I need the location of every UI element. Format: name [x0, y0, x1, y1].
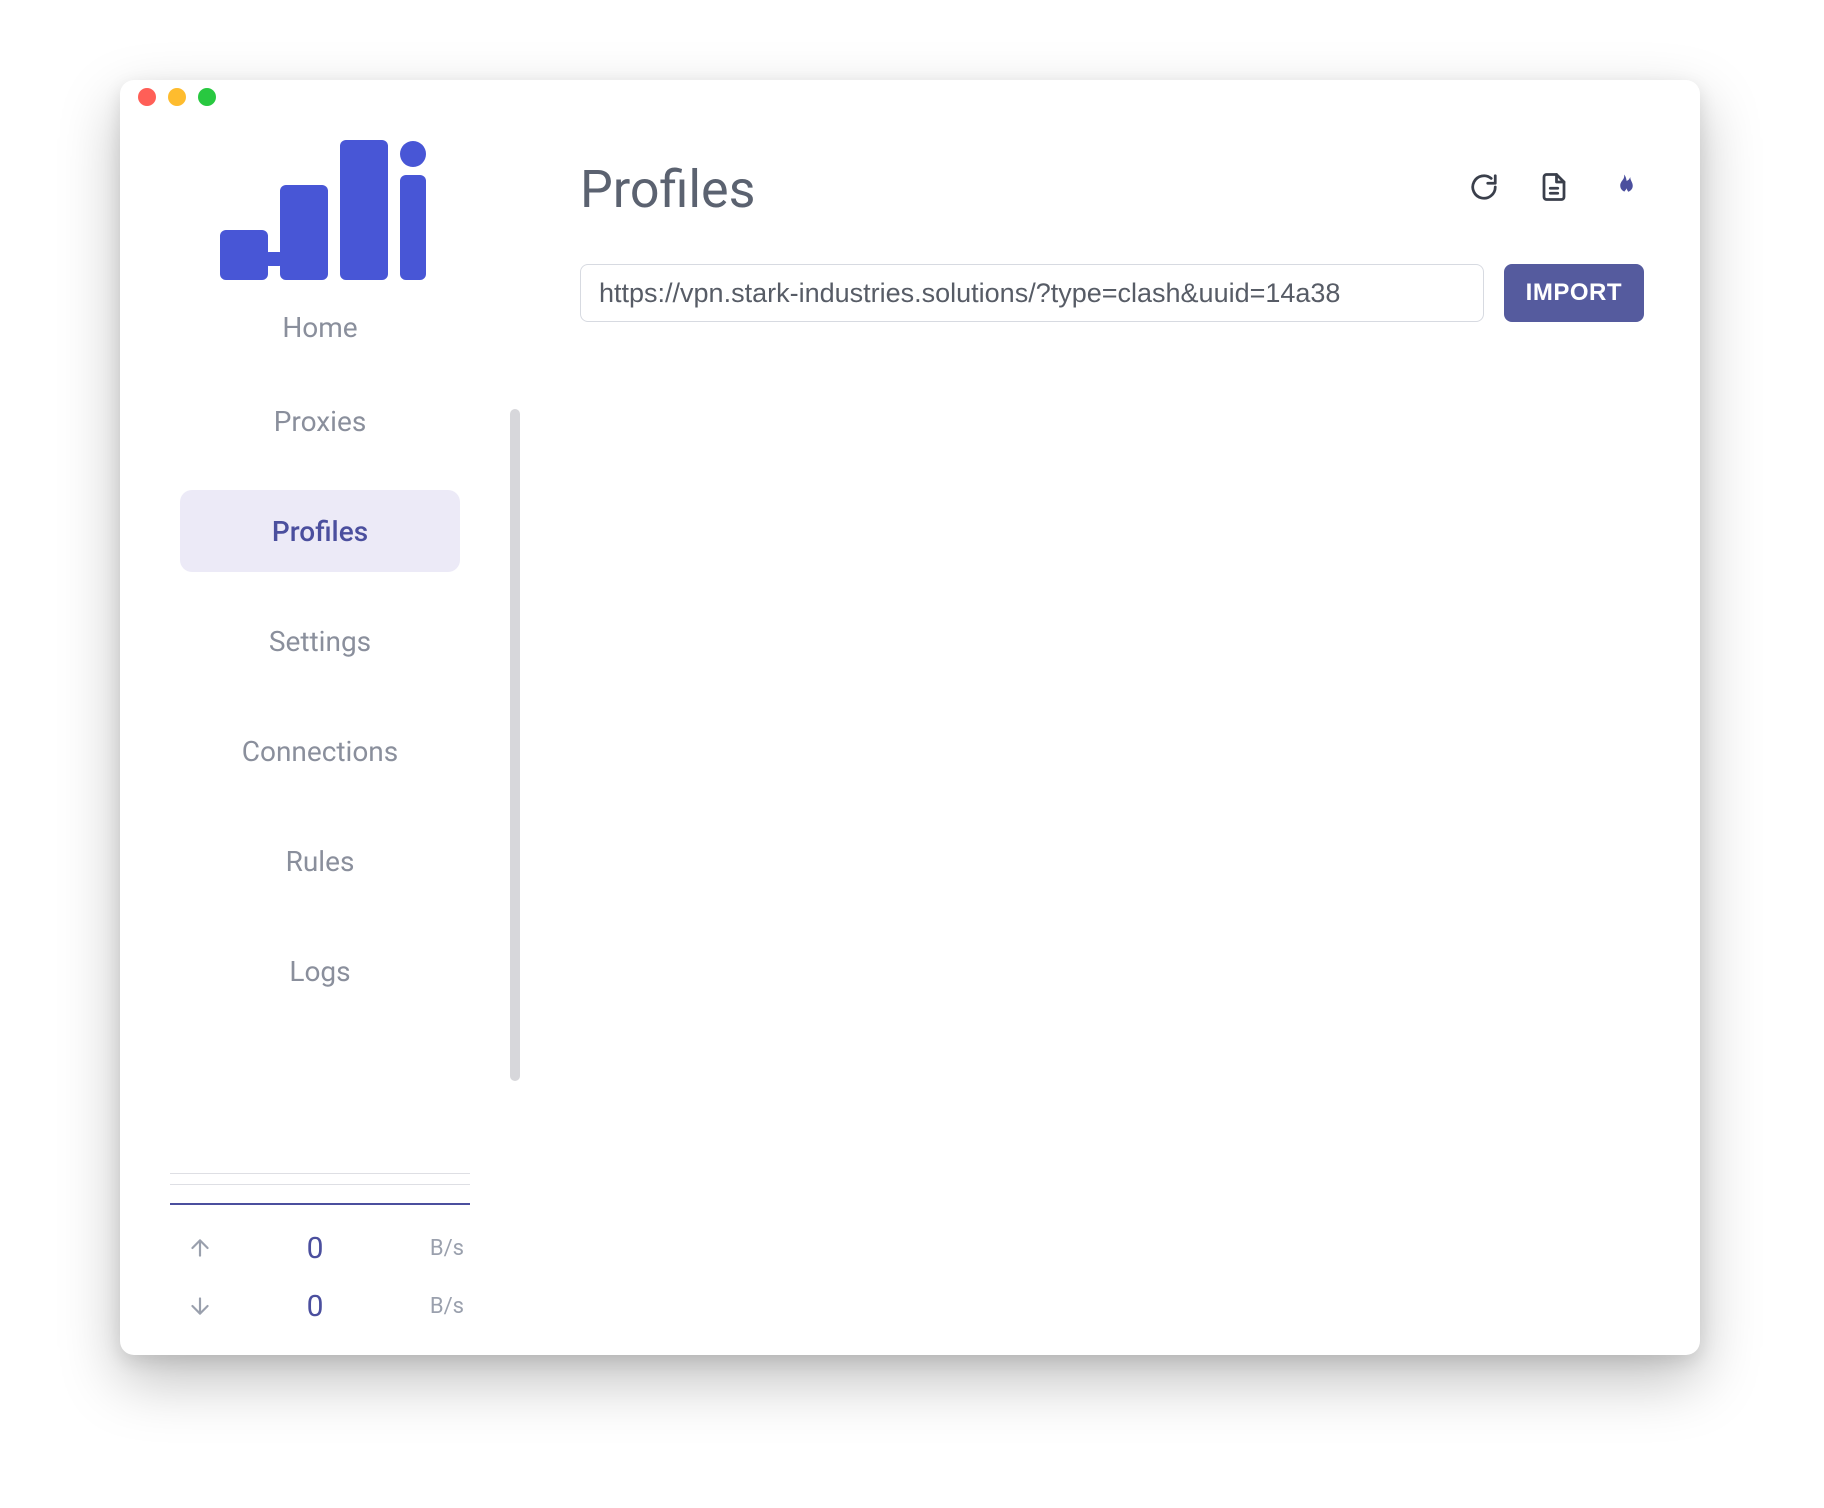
profile-url-row: IMPORT [580, 264, 1644, 322]
page-title: Profiles [580, 159, 1464, 220]
file-icon [1539, 171, 1569, 207]
header-actions [1464, 169, 1644, 209]
sidebar-item-label: Rules [286, 845, 355, 878]
window-close-button[interactable] [138, 88, 156, 106]
sidebar-scrollbar[interactable] [510, 409, 520, 1081]
window-minimize-button[interactable] [168, 88, 186, 106]
divider [170, 1184, 470, 1185]
sidebar-item-proxies[interactable]: Proxies [180, 380, 460, 462]
download-unit: B/s [400, 1294, 470, 1319]
sidebar-item-rules[interactable]: Rules [180, 820, 460, 902]
sidebar-item-label: Settings [269, 625, 371, 658]
stat-upload: 0 B/s [170, 1219, 470, 1277]
sidebar-item-label: Proxies [274, 405, 367, 438]
sidebar-item-label: Home [282, 311, 357, 344]
new-file-button[interactable] [1534, 169, 1574, 209]
download-value: 0 [230, 1289, 400, 1324]
traffic-stats: 0 B/s 0 B/s [170, 1163, 470, 1335]
sidebar-nav: Home Proxies Profiles Settings Connectio… [120, 316, 520, 1012]
sidebar-item-label: Profiles [272, 515, 368, 548]
window-zoom-button[interactable] [198, 88, 216, 106]
divider [170, 1173, 470, 1174]
sidebar-item-logs[interactable]: Logs [180, 930, 460, 1012]
arrow-down-icon [170, 1293, 230, 1319]
page-header: Profiles [580, 154, 1644, 224]
sidebar-item-label: Logs [289, 955, 350, 988]
sidebar-item-home[interactable]: Home [180, 302, 460, 352]
import-button[interactable]: IMPORT [1504, 264, 1644, 322]
fire-icon [1609, 171, 1639, 207]
sidebar: Home Proxies Profiles Settings Connectio… [120, 114, 520, 1355]
fire-button[interactable] [1604, 169, 1644, 209]
stat-download: 0 B/s [170, 1277, 470, 1335]
upload-value: 0 [230, 1231, 400, 1266]
app-window: Home Proxies Profiles Settings Connectio… [120, 80, 1700, 1355]
sidebar-item-connections[interactable]: Connections [180, 710, 460, 792]
sidebar-item-settings[interactable]: Settings [180, 600, 460, 682]
arrow-up-icon [170, 1235, 230, 1261]
upload-unit: B/s [400, 1236, 470, 1261]
sidebar-item-profiles[interactable]: Profiles [180, 490, 460, 572]
app-logo [190, 120, 450, 290]
main-panel: Profiles [520, 114, 1700, 1355]
profile-url-input[interactable] [580, 264, 1484, 322]
refresh-button[interactable] [1464, 169, 1504, 209]
divider [170, 1203, 470, 1205]
window-titlebar [120, 80, 1700, 114]
sidebar-item-label: Connections [242, 735, 398, 768]
refresh-icon [1469, 172, 1499, 206]
